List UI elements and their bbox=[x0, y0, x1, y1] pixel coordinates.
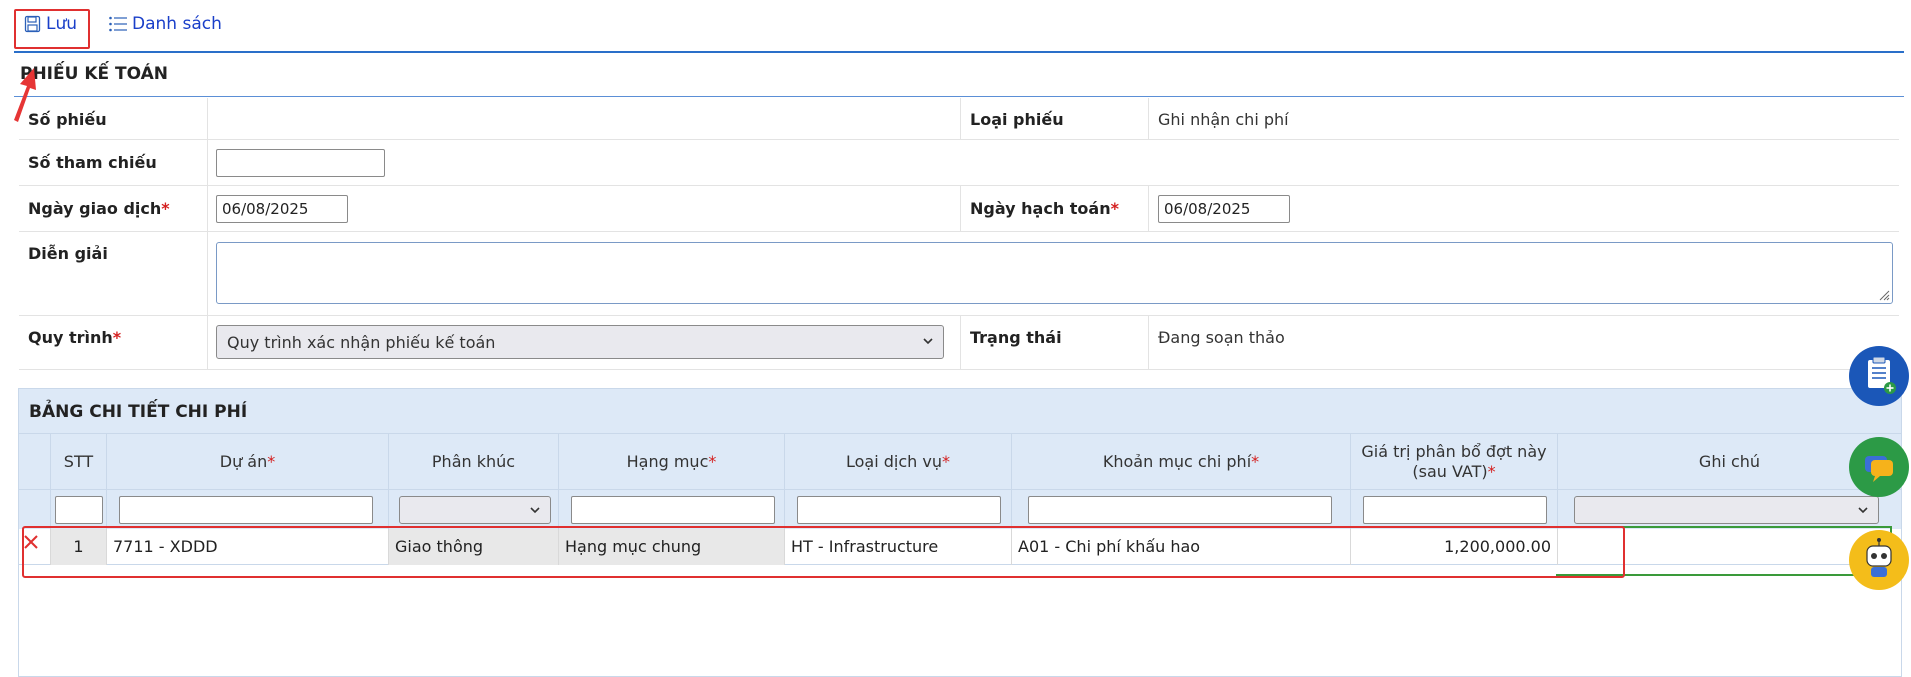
header-hang-muc: Hạng mục * bbox=[559, 434, 785, 490]
grid-title: BẢNG CHI TIẾT CHI PHÍ bbox=[19, 389, 1901, 433]
save-highlight-box bbox=[14, 9, 90, 49]
ngay-giao-dich-label-text: Ngày giao dịch bbox=[28, 199, 162, 218]
resize-handle-icon[interactable] bbox=[1878, 289, 1890, 301]
robot-icon bbox=[1866, 538, 1892, 577]
so-tham-chieu-input[interactable] bbox=[216, 149, 385, 177]
required-mark: * bbox=[708, 452, 717, 471]
section-divider bbox=[14, 96, 1904, 97]
header-select-col bbox=[19, 434, 51, 490]
filter-hang-muc-cell bbox=[559, 490, 785, 530]
quy-trinh-label: Quy trình* bbox=[28, 328, 121, 347]
required-mark: * bbox=[267, 452, 276, 471]
chevron-down-icon bbox=[530, 507, 540, 514]
filter-loai-dich-vu-input[interactable] bbox=[797, 496, 1001, 524]
header-stt: STT bbox=[51, 434, 107, 490]
filter-khoan-muc-cell bbox=[1012, 490, 1351, 530]
filter-phan-khuc-cell bbox=[389, 490, 559, 530]
filter-stt-input[interactable] bbox=[55, 496, 103, 524]
filter-du-an-input[interactable] bbox=[119, 496, 373, 524]
form-divider-1 bbox=[207, 98, 208, 370]
filter-gia-tri-input[interactable] bbox=[1363, 496, 1547, 524]
form-row-so-tham-chieu: Số tham chiếu bbox=[19, 140, 1899, 186]
chat-bubble-icon bbox=[1865, 456, 1893, 482]
ngay-giao-dich-label: Ngày giao dịch* bbox=[28, 199, 170, 218]
ngay-hach-toan-input[interactable] bbox=[1158, 195, 1290, 223]
header-hang-muc-text: Hạng mục bbox=[626, 452, 709, 471]
ngay-giao-dich-input[interactable] bbox=[216, 195, 348, 223]
loai-phieu-value: Ghi nhận chi phí bbox=[1158, 110, 1289, 129]
filter-du-an-cell bbox=[107, 490, 389, 530]
required-mark: * bbox=[161, 199, 170, 218]
so-tham-chieu-label: Số tham chiếu bbox=[28, 153, 157, 172]
so-phieu-label: Số phiếu bbox=[28, 110, 107, 129]
filter-hang-muc-input[interactable] bbox=[571, 496, 775, 524]
list-button-label: Danh sách bbox=[132, 14, 222, 34]
header-khoan-muc-text: Khoản mục chi phí bbox=[1102, 452, 1252, 471]
ngay-hach-toan-label-text: Ngày hạch toán bbox=[970, 199, 1111, 218]
header-du-an-text: Dự án bbox=[219, 452, 268, 471]
grid-filter-row bbox=[19, 489, 1901, 530]
toolbar-divider bbox=[14, 51, 1904, 53]
form-divider-3 bbox=[960, 186, 961, 232]
form-divider-7 bbox=[1148, 316, 1149, 370]
form-row-ngay: Ngày giao dịch* Ngày hạch toán* bbox=[19, 186, 1899, 232]
header-phan-khuc: Phân khúc bbox=[389, 434, 559, 490]
clipboard-add-icon bbox=[1868, 356, 1896, 394]
chevron-down-icon bbox=[923, 338, 933, 345]
chat-fab[interactable] bbox=[1849, 437, 1909, 497]
trang-thai-label: Trạng thái bbox=[970, 328, 1062, 347]
list-icon bbox=[109, 16, 127, 32]
filter-stt-cell bbox=[51, 490, 107, 530]
form-divider-2 bbox=[960, 98, 961, 140]
quy-trinh-label-text: Quy trình bbox=[28, 328, 113, 347]
header-gia-tri-line1: Giá trị phân bổ đợt này bbox=[1361, 442, 1547, 461]
loai-phieu-label: Loại phiếu bbox=[970, 110, 1064, 129]
required-mark: * bbox=[1251, 452, 1260, 471]
form-row-so-phieu: Số phiếu Loại phiếu Ghi nhận chi phí bbox=[19, 98, 1899, 140]
header-khoan-muc: Khoản mục chi phí * bbox=[1012, 434, 1351, 490]
filter-phan-khuc-select[interactable] bbox=[399, 496, 551, 524]
trang-thai-value: Đang soạn thảo bbox=[1158, 328, 1285, 347]
header-gia-tri-line2: (sau VAT)* bbox=[1412, 462, 1495, 482]
required-mark: * bbox=[942, 452, 950, 471]
filter-ghi-chu-select[interactable] bbox=[1574, 496, 1879, 524]
add-document-fab[interactable] bbox=[1849, 346, 1909, 406]
form-divider-5 bbox=[1148, 98, 1149, 140]
form-divider-4 bbox=[960, 316, 961, 370]
header-du-an: Dự án * bbox=[107, 434, 389, 490]
chevron-down-icon bbox=[1858, 507, 1868, 514]
required-mark: * bbox=[112, 328, 122, 347]
ngay-hach-toan-label: Ngày hạch toán* bbox=[970, 199, 1119, 218]
section-title: PHIẾU KẾ TOÁN bbox=[20, 64, 169, 84]
quy-trinh-select-value: Quy trình xác nhận phiếu kế toán bbox=[227, 333, 496, 352]
list-button[interactable]: Danh sách bbox=[108, 14, 222, 34]
filter-loai-dich-vu-cell bbox=[785, 490, 1012, 530]
quy-trinh-select[interactable]: Quy trình xác nhận phiếu kế toán bbox=[216, 325, 944, 359]
header-gia-tri-line2-text: (sau VAT) bbox=[1412, 462, 1488, 481]
filter-gia-tri-cell bbox=[1351, 490, 1558, 530]
header-loai-dich-vu: Loại dịch vụ * bbox=[785, 434, 1012, 490]
required-mark: * bbox=[1487, 462, 1496, 481]
row-highlight-box bbox=[22, 526, 1625, 578]
header-loai-dich-vu-text: Loại dịch vụ bbox=[846, 452, 942, 471]
form-row-quy-trinh: Quy trình* Quy trình xác nhận phiếu kế t… bbox=[19, 316, 1899, 370]
assistant-bot-fab[interactable] bbox=[1849, 530, 1909, 590]
form-row-dien-giai: Diễn giải bbox=[19, 232, 1899, 316]
dien-giai-label: Diễn giải bbox=[28, 244, 108, 263]
form-divider-6 bbox=[1148, 186, 1149, 232]
filter-khoan-muc-input[interactable] bbox=[1028, 496, 1332, 524]
filter-select-col bbox=[19, 490, 51, 530]
grid-header-row: STT Dự án * Phân khúc Hạng mục * Loại dịch… bbox=[19, 433, 1901, 490]
dien-giai-textarea[interactable] bbox=[216, 242, 1893, 304]
toolbar: Lưu Danh sách bbox=[0, 0, 1911, 53]
header-gia-tri: Giá trị phân bổ đợt này (sau VAT)* bbox=[1351, 434, 1558, 490]
required-mark: * bbox=[1110, 199, 1119, 218]
